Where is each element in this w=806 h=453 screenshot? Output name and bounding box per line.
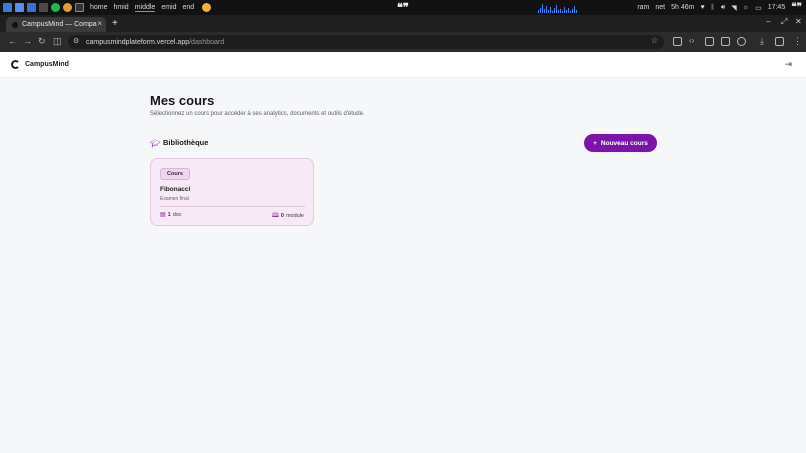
book-icon: 🕮︎ <box>271 213 279 219</box>
logout-icon[interactable]: ⇥ <box>784 59 792 70</box>
reload-icon[interactable]: ↻ <box>38 36 46 47</box>
campusmind-logo-icon[interactable] <box>11 60 20 69</box>
page-subtitle: Sélectionnez un cours pour accéder à ses… <box>150 111 365 117</box>
url-path: /dashboard <box>189 38 225 46</box>
editor-icon[interactable] <box>15 3 24 12</box>
app-header: CampusMind ⇥ <box>0 52 806 78</box>
favicon-icon <box>12 21 18 28</box>
close-window-button[interactable]: ✕ <box>795 17 802 26</box>
modules-number: 0 <box>280 213 284 219</box>
network-graph <box>538 3 588 13</box>
address-bar[interactable]: ⚙ campusmindplateform.vercel.app/dashboa… <box>68 35 664 49</box>
workspace-emid[interactable]: emid <box>161 4 176 11</box>
site-info-icon[interactable]: ⚙ <box>73 37 79 45</box>
docs-number: 1 <box>167 211 171 218</box>
document-icon: ▤ <box>160 212 166 218</box>
back-icon[interactable]: ← <box>8 36 17 46</box>
page-title: Mes cours <box>150 93 215 108</box>
bookmark-star-icon[interactable]: ☆ <box>651 36 658 45</box>
tab-title: CampusMind — Compa <box>22 21 97 28</box>
heart-icon[interactable]: ♥ <box>700 4 704 11</box>
extension-icon[interactable] <box>673 37 682 46</box>
docs-label: doc <box>172 211 182 218</box>
forward-icon[interactable]: → <box>23 36 32 46</box>
workspace-middle[interactable]: middle <box>134 4 156 12</box>
terminal-icon[interactable] <box>39 3 48 12</box>
system-tray: ram net 5h 46m ♥ ᛒ 🔊︎ ◥ ☼ ▭ 17:45 ❝❞ <box>637 0 802 15</box>
course-title: Fibonacci <box>160 186 191 193</box>
volume-icon[interactable]: 🔊︎ <box>721 4 725 12</box>
files-icon[interactable] <box>27 3 36 12</box>
browser-icon[interactable] <box>63 3 72 12</box>
docs-count: ▤ 1 doc <box>160 211 182 219</box>
browser-toolbar: ← → ↻ ◫ ⚙ campusmindplateform.vercel.app… <box>0 32 806 52</box>
clock: 17:45 <box>767 4 786 11</box>
modules-count: 🕮︎ 0 module <box>272 211 304 221</box>
screenshot-icon[interactable] <box>721 37 730 46</box>
spotify-icon[interactable] <box>51 3 60 12</box>
system-taskbar: home hmid middle emid end ❝❞ ram net 5h … <box>0 0 806 15</box>
window-icon[interactable] <box>75 3 84 12</box>
app-launcher-icon[interactable] <box>3 3 12 12</box>
sync-icon[interactable] <box>737 37 746 46</box>
download-icon[interactable]: ⤓ <box>760 36 764 47</box>
maximize-button[interactable]: ⤢ <box>781 17 787 27</box>
library-title: Bibliothèque <box>163 138 209 147</box>
battery-icon: ▭ <box>755 4 762 12</box>
new-tab-button[interactable]: + <box>112 18 118 29</box>
card-divider <box>160 206 305 207</box>
url-host: campusmindplateform.vercel.app <box>86 38 190 46</box>
course-badge: Cours <box>160 168 190 180</box>
course-subtitle: Examen final <box>160 196 189 202</box>
reader-icon[interactable] <box>705 37 714 46</box>
chrome-icon[interactable] <box>202 3 212 12</box>
right-quote-glyph: ❝❞ <box>791 2 802 13</box>
menu-icon[interactable]: ⋮ <box>793 36 802 47</box>
ram-status: ram <box>637 4 650 11</box>
quote-glyph: ❝❞ <box>397 2 409 14</box>
net-status: net <box>655 4 666 11</box>
battery-time: 5h 46m <box>671 4 695 11</box>
tab-close-icon[interactable]: × <box>97 19 102 28</box>
modules-label: module <box>285 213 304 219</box>
plus-icon: + <box>593 139 597 147</box>
minimize-button[interactable]: – <box>766 17 770 26</box>
devtools-icon[interactable]: ‹› <box>689 36 694 45</box>
bluetooth-icon[interactable]: ᛒ <box>711 4 715 11</box>
graduation-cap-icon: 🎓︎ <box>150 139 161 148</box>
brand-name[interactable]: CampusMind <box>25 61 69 68</box>
browser-tab[interactable]: CampusMind — Compa × <box>6 17 106 32</box>
workspace-end[interactable]: end <box>183 4 195 11</box>
new-course-button[interactable]: + Nouveau cours <box>584 134 657 152</box>
workspace-hmid[interactable]: hmid <box>114 4 129 11</box>
wifi-icon[interactable]: ◥ <box>731 4 736 12</box>
side-panel-icon[interactable]: ◫ <box>53 36 62 47</box>
workspace-home[interactable]: home <box>90 4 108 11</box>
browser-tab-strip: CampusMind — Compa × + – ⤢ ✕ <box>0 15 806 32</box>
brightness-icon[interactable]: ☼ <box>743 4 749 11</box>
new-course-label: Nouveau cours <box>600 139 648 147</box>
course-card[interactable]: Cours Fibonacci Examen final ▤ 1 doc 🕮︎ … <box>150 158 314 226</box>
profile-icon[interactable] <box>775 37 784 46</box>
